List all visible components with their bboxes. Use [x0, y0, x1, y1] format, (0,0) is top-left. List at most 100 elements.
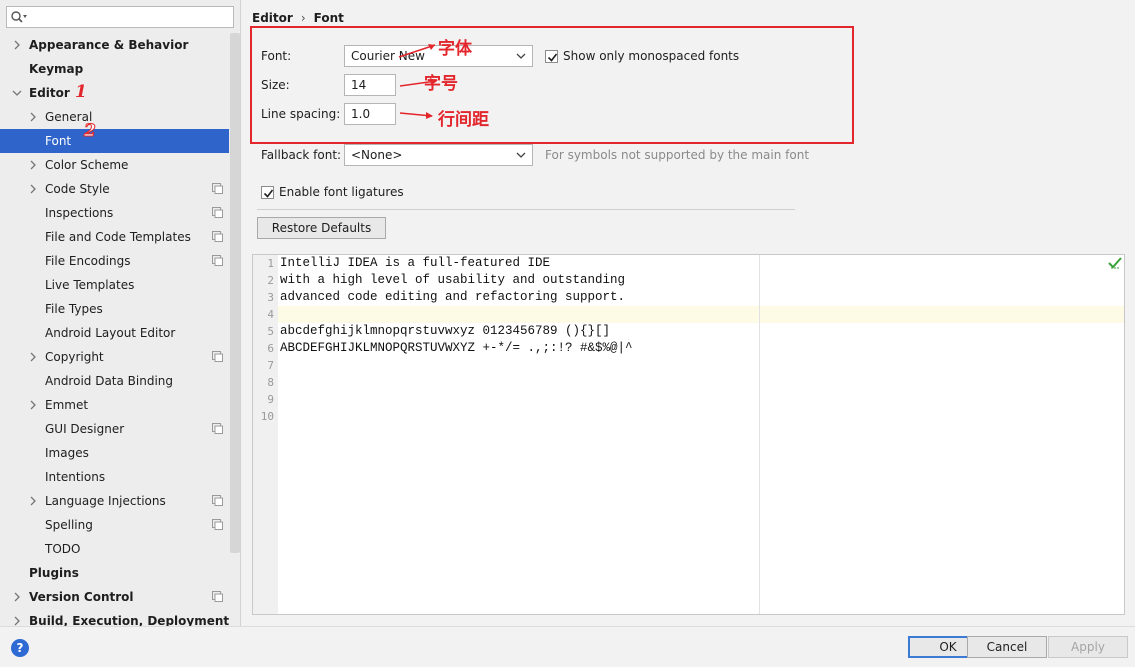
- breadcrumb-separator: ›: [300, 11, 306, 25]
- project-scope-icon: [212, 351, 223, 362]
- chevron-right-icon[interactable]: [28, 160, 38, 170]
- checkbox-box[interactable]: [261, 185, 274, 199]
- annotation-box: [250, 26, 854, 144]
- sidebar-item-file-and-code-templates[interactable]: File and Code Templates: [0, 225, 229, 249]
- sidebar-item-spelling[interactable]: Spelling: [0, 513, 229, 537]
- sidebar-item-label: File and Code Templates: [45, 230, 191, 244]
- fallback-select-value: <None>: [351, 148, 403, 162]
- chevron-right-icon[interactable]: [28, 184, 38, 194]
- ligatures-label: Enable font ligatures: [279, 185, 404, 199]
- fallback-select[interactable]: <None>: [344, 144, 533, 166]
- sidebar-item-todo[interactable]: TODO: [0, 537, 229, 561]
- fallback-hint: For symbols not supported by the main fo…: [545, 148, 810, 162]
- project-scope-icon: [212, 495, 223, 506]
- cancel-button[interactable]: Cancel: [967, 636, 1047, 658]
- line-number: 7: [267, 359, 274, 372]
- apply-button[interactable]: Apply: [1048, 636, 1128, 658]
- sidebar-item-file-types[interactable]: File Types: [0, 297, 229, 321]
- chevron-right-icon[interactable]: [28, 112, 38, 122]
- line-number-gutter: 1 2 3 4 5 6 7 8 9 10: [253, 255, 278, 614]
- fallback-label: Fallback font:: [261, 148, 342, 162]
- sidebar-item-color-scheme[interactable]: Color Scheme: [0, 153, 229, 177]
- search-field[interactable]: [6, 6, 234, 28]
- line-number: 1: [267, 257, 274, 270]
- sidebar-item-images[interactable]: Images: [0, 441, 229, 465]
- caret-row-highlight: [278, 306, 1124, 323]
- sidebar-item-android-data-binding[interactable]: Android Data Binding: [0, 369, 229, 393]
- chevron-right-icon[interactable]: [12, 592, 22, 602]
- sidebar-item-label: Copyright: [45, 350, 104, 364]
- sidebar-item-label: Inspections: [45, 206, 114, 220]
- search-input[interactable]: [29, 9, 229, 25]
- sidebar-item-label: Images: [45, 446, 89, 460]
- project-scope-icon: [212, 423, 223, 434]
- sidebar-item-font[interactable]: Font: [0, 129, 229, 153]
- sidebar-item-code-style[interactable]: Code Style: [0, 177, 229, 201]
- sidebar-item-gui-designer[interactable]: GUI Designer: [0, 417, 229, 441]
- sidebar-item-label: Spelling: [45, 518, 93, 532]
- font-annotation: 字体: [438, 39, 472, 59]
- ligatures-checkbox[interactable]: Enable font ligatures: [261, 185, 404, 199]
- sidebar-item-label: Plugins: [29, 566, 79, 580]
- preview-code-line: advanced code editing and refactoring su…: [280, 290, 626, 304]
- chevron-down-icon[interactable]: [12, 88, 22, 98]
- project-scope-icon: [212, 183, 223, 194]
- annotation-arrow-icon: [399, 112, 433, 119]
- font-settings-panel: Editor › Font Font: Courier New Show onl…: [242, 0, 1135, 626]
- chevron-down-icon: [516, 152, 526, 158]
- dialog-button-bar: ? OK Cancel Apply: [0, 626, 1135, 667]
- preview-code-line: ABCDEFGHIJKLMNOPQRSTUVWXYZ +-*/= .,;:!? …: [280, 341, 633, 355]
- sidebar-item-label: Keymap: [29, 62, 84, 76]
- project-scope-icon: [212, 207, 223, 218]
- font-preview-editor[interactable]: 1 2 3 4 5 6 7 8 9 10 IntelliJ IDEA is a full-feat…: [252, 254, 1125, 615]
- breadcrumb-parent: Editor: [252, 11, 293, 25]
- sidebar-item-inspections[interactable]: Inspections: [0, 201, 229, 225]
- sidebar-item-appearance-behavior[interactable]: Appearance & Behavior: [0, 33, 229, 57]
- right-margin-guide: [759, 255, 760, 614]
- marker-2: 2: [84, 121, 97, 142]
- line-number: 4: [267, 308, 274, 321]
- sidebar-item-label: TODO: [45, 542, 81, 556]
- sidebar-item-android-layout-editor[interactable]: Android Layout Editor: [0, 321, 229, 345]
- sidebar-item-file-encodings[interactable]: File Encodings: [0, 249, 229, 273]
- sidebar-scrollbar[interactable]: [230, 33, 240, 553]
- sidebar-item-label: Code Style: [45, 182, 110, 196]
- restore-defaults-button[interactable]: Restore Defaults: [257, 217, 386, 239]
- help-icon[interactable]: ?: [11, 639, 29, 657]
- sidebar-item-label: Version Control: [29, 590, 134, 604]
- sidebar-item-label: Android Data Binding: [45, 374, 174, 388]
- sidebar-item-label: Intentions: [45, 470, 106, 484]
- sidebar-item-plugins[interactable]: Plugins: [0, 561, 229, 585]
- sidebar-item-keymap[interactable]: Keymap: [0, 57, 229, 81]
- sidebar-item-general[interactable]: General: [0, 105, 229, 129]
- sidebar-item-label: File Types: [45, 302, 103, 316]
- chevron-right-icon[interactable]: [12, 40, 22, 50]
- project-scope-icon: [212, 231, 223, 242]
- chevron-right-icon[interactable]: [28, 400, 38, 410]
- sidebar-item-label: Language Injections: [45, 494, 166, 508]
- sidebar-item-intentions[interactable]: Intentions: [0, 465, 229, 489]
- sidebar-item-emmet[interactable]: Emmet: [0, 393, 229, 417]
- line-number: 5: [267, 325, 274, 338]
- sidebar-item-label: File Encodings: [45, 254, 131, 268]
- sidebar-item-label: Appearance & Behavior: [29, 38, 189, 52]
- sidebar-item-copyright[interactable]: Copyright: [0, 345, 229, 369]
- line-number: 6: [267, 342, 274, 355]
- sidebar-item-live-templates[interactable]: Live Templates: [0, 273, 229, 297]
- chevron-right-icon[interactable]: [28, 496, 38, 506]
- sidebar-item-label: Font: [45, 134, 72, 148]
- sidebar-item-editor[interactable]: Editor: [0, 81, 229, 105]
- sidebar-item-label: Emmet: [45, 398, 89, 412]
- line-number: 9: [267, 393, 274, 406]
- inspection-ok-icon: [1108, 257, 1122, 269]
- sidebar-item-language-injections[interactable]: Language Injections: [0, 489, 229, 513]
- sidebar-item-label: Editor: [29, 86, 70, 100]
- project-scope-icon: [212, 255, 223, 266]
- settings-sidebar: Appearance & Behavior Keymap Editor General…: [0, 0, 241, 628]
- line-spacing-annotation: 行间距: [438, 110, 489, 130]
- preview-code-line: abcdefghijklmnopqrstuvwxyz 0123456789 ()…: [280, 324, 611, 338]
- chevron-right-icon[interactable]: [28, 352, 38, 362]
- sidebar-item-version-control[interactable]: Version Control: [0, 585, 229, 609]
- size-annotation: 字号: [424, 74, 458, 94]
- chevron-right-icon[interactable]: [12, 616, 22, 626]
